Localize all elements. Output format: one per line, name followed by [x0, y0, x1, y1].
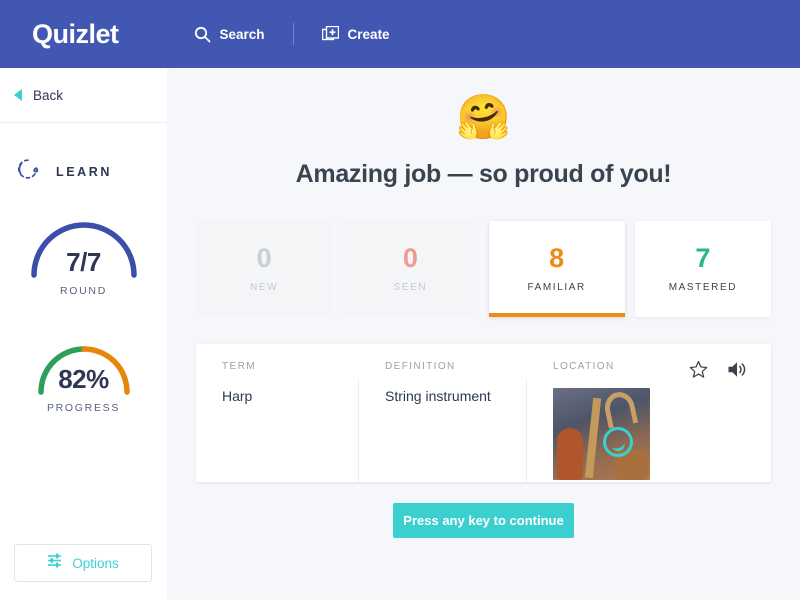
- stats-row: 0 NEW 0 SEEN 8 FAMILIAR 7 MASTERED: [196, 221, 771, 317]
- definition-column: DEFINITION String instrument: [359, 361, 527, 484]
- audio-speaker-icon[interactable]: [727, 360, 747, 379]
- term-card: TERM Harp DEFINITION String instrument L…: [196, 344, 771, 484]
- stat-value-seen: 0: [402, 243, 418, 273]
- header-divider: [292, 23, 294, 45]
- search-icon: [194, 26, 211, 43]
- stat-value-mastered: 7: [695, 243, 711, 273]
- back-label: Back: [33, 87, 64, 103]
- continue-button[interactable]: Press any key to continue: [393, 503, 574, 538]
- definition-value: String instrument: [385, 388, 491, 404]
- search-label: Search: [219, 26, 265, 42]
- progress-gauge-caption: PROGRESS: [46, 402, 121, 414]
- page-title: Amazing job — so proud of you!: [295, 160, 672, 188]
- progress-gauge-value: 82%: [58, 364, 109, 394]
- sliders-icon: [47, 553, 63, 573]
- stat-card-seen[interactable]: 0 SEEN: [342, 221, 479, 317]
- options-button[interactable]: Options: [14, 544, 152, 582]
- star-icon[interactable]: [689, 360, 708, 379]
- round-gauge-caption: ROUND: [60, 285, 107, 297]
- round-gauge: 7/7 ROUND: [0, 220, 167, 297]
- search-button[interactable]: Search: [194, 26, 265, 43]
- term-column-header: TERM: [222, 361, 256, 372]
- stat-label-mastered: MASTERED: [668, 282, 738, 293]
- definition-column-header: DEFINITION: [385, 361, 456, 372]
- back-button[interactable]: Back: [0, 68, 167, 123]
- learn-circular-arrow-icon: [16, 157, 40, 186]
- musical-instruments-photo[interactable]: [553, 388, 650, 480]
- round-gauge-value: 7/7: [66, 247, 101, 277]
- app-header: Quizlet Search Create: [0, 0, 800, 68]
- stat-label-new: NEW: [250, 282, 279, 293]
- learn-mode-label: LEARN: [56, 164, 113, 179]
- stat-card-mastered[interactable]: 7 MASTERED: [634, 221, 771, 317]
- main-content: 🤗 Amazing job — so proud of you! 0 NEW 0…: [167, 68, 800, 600]
- zoom-magnify-icon[interactable]: [603, 426, 634, 457]
- quizlet-learn-results-screen: Quizlet Search Create Back LEARN 7/7 ROU…: [0, 0, 800, 600]
- location-column: LOCATION: [527, 361, 771, 482]
- stat-label-familiar: FAMILIAR: [527, 282, 586, 293]
- quizlet-logo[interactable]: Quizlet: [32, 19, 119, 50]
- photo-shape-harp-column: [584, 397, 602, 479]
- term-column: TERM Harp: [196, 361, 359, 484]
- learn-mode-header: LEARN: [0, 123, 167, 186]
- create-label: Create: [347, 26, 390, 42]
- progress-gauge: 82% PROGRESS: [0, 337, 167, 414]
- photo-shape-cello: [557, 428, 583, 480]
- stat-value-new: 0: [256, 243, 272, 273]
- stat-value-familiar: 8: [549, 243, 565, 273]
- sidebar: Back LEARN 7/7 ROUND 82% PROGRESS Option…: [0, 68, 167, 600]
- stat-card-familiar[interactable]: 8 FAMILIAR: [488, 221, 626, 317]
- create-card-plus-icon: [321, 26, 339, 42]
- term-card-actions: [689, 360, 747, 379]
- create-button[interactable]: Create: [321, 26, 390, 42]
- options-label: Options: [72, 555, 119, 571]
- term-value: Harp: [222, 388, 253, 404]
- photo-shape-harp-curve: [601, 389, 639, 429]
- hugging-face-emoji: 🤗: [456, 93, 511, 142]
- stat-label-seen: SEEN: [393, 282, 428, 293]
- back-triangle-icon: [14, 89, 22, 101]
- stat-card-new[interactable]: 0 NEW: [196, 221, 333, 317]
